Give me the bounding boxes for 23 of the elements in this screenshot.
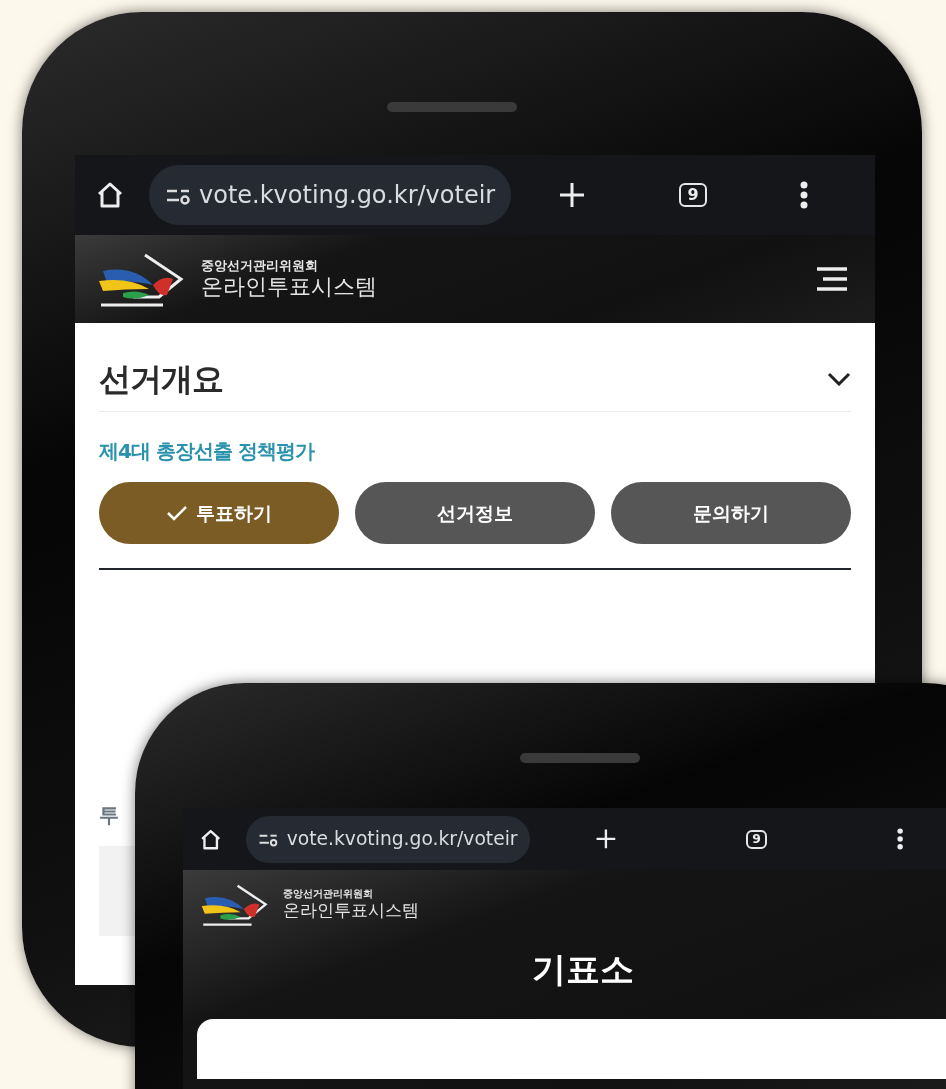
address-bar[interactable]: vote.kvoting.go.kr/voteir <box>246 815 531 863</box>
plus-icon[interactable] <box>557 181 586 209</box>
more-icon[interactable] <box>896 828 903 851</box>
partial-heading: 투 <box>99 802 120 829</box>
home-icon[interactable] <box>95 180 125 210</box>
system-name: 온라인투표시스템 <box>201 273 377 300</box>
more-icon[interactable] <box>800 181 809 209</box>
page-title: 기표소 <box>531 948 635 992</box>
organization-name: 중앙선거관리위원회 <box>283 888 375 901</box>
chevron-down-icon[interactable] <box>827 372 851 386</box>
action-button[interactable]: 문의하기 <box>611 482 851 544</box>
check-icon <box>166 505 188 521</box>
tab-count[interactable]: 9 <box>745 829 768 849</box>
organization-name: 중앙선거관리위원회 <box>201 258 319 274</box>
election-name: 제4대 총장선출 정책평가 <box>99 438 316 465</box>
section-title: 선거개요 <box>99 359 223 400</box>
menu-icon[interactable] <box>815 266 849 292</box>
system-name: 온라인투표시스템 <box>283 900 420 922</box>
action-button[interactable]: 투표하기 <box>99 482 339 544</box>
plus-icon[interactable] <box>594 828 617 851</box>
address-bar[interactable]: vote.kvoting.go.kr/voteir <box>149 165 512 225</box>
tab-count[interactable]: 9 <box>679 183 708 207</box>
action-button[interactable]: 선거정보 <box>355 482 595 544</box>
